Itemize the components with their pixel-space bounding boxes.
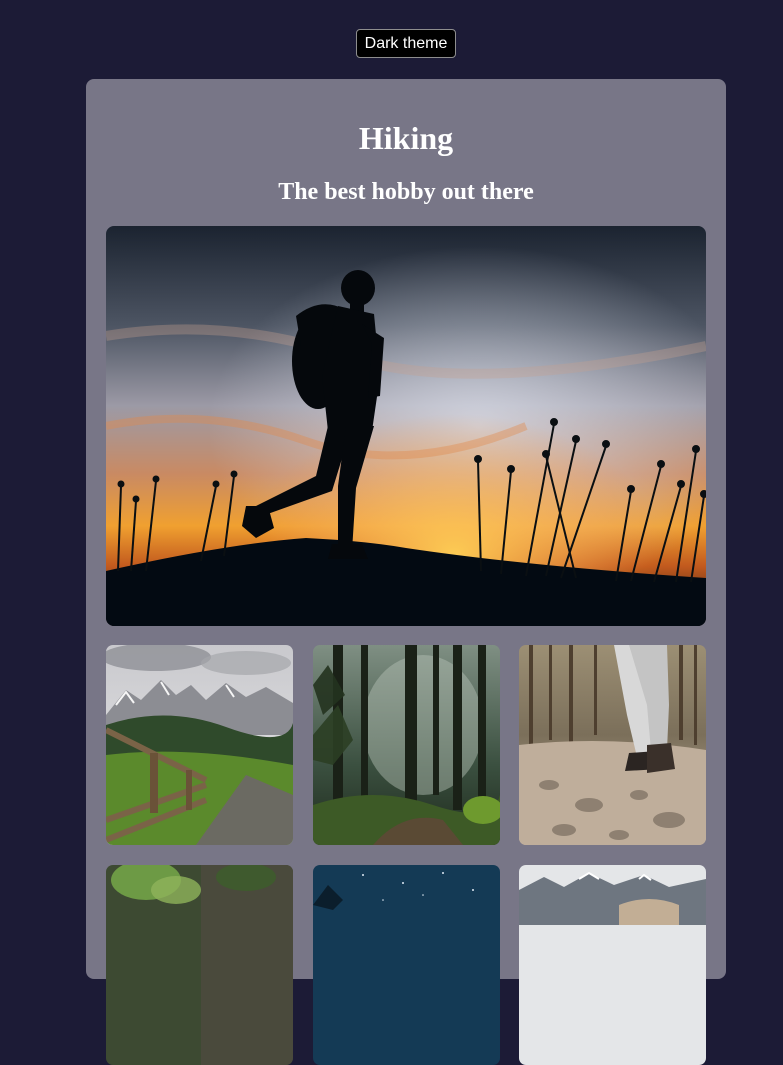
thumbnail-mossy-rocks	[106, 865, 293, 1065]
thumbnail-mountain-meadow	[106, 645, 293, 845]
hero-image	[106, 226, 706, 626]
thumbnail-rocky-trail	[519, 645, 706, 845]
thumbnail-snowy-mountains	[519, 865, 706, 1065]
page-title: Hiking	[358, 120, 454, 156]
page-subtitle: The best hobby out there	[278, 179, 534, 205]
thumbnail-misty-forest	[313, 645, 500, 845]
content-card: Hiking The best hobby out there	[86, 79, 726, 1065]
thumbnail-starry-sky	[313, 865, 500, 1065]
dark-theme-button[interactable]: Dark theme	[356, 29, 456, 58]
